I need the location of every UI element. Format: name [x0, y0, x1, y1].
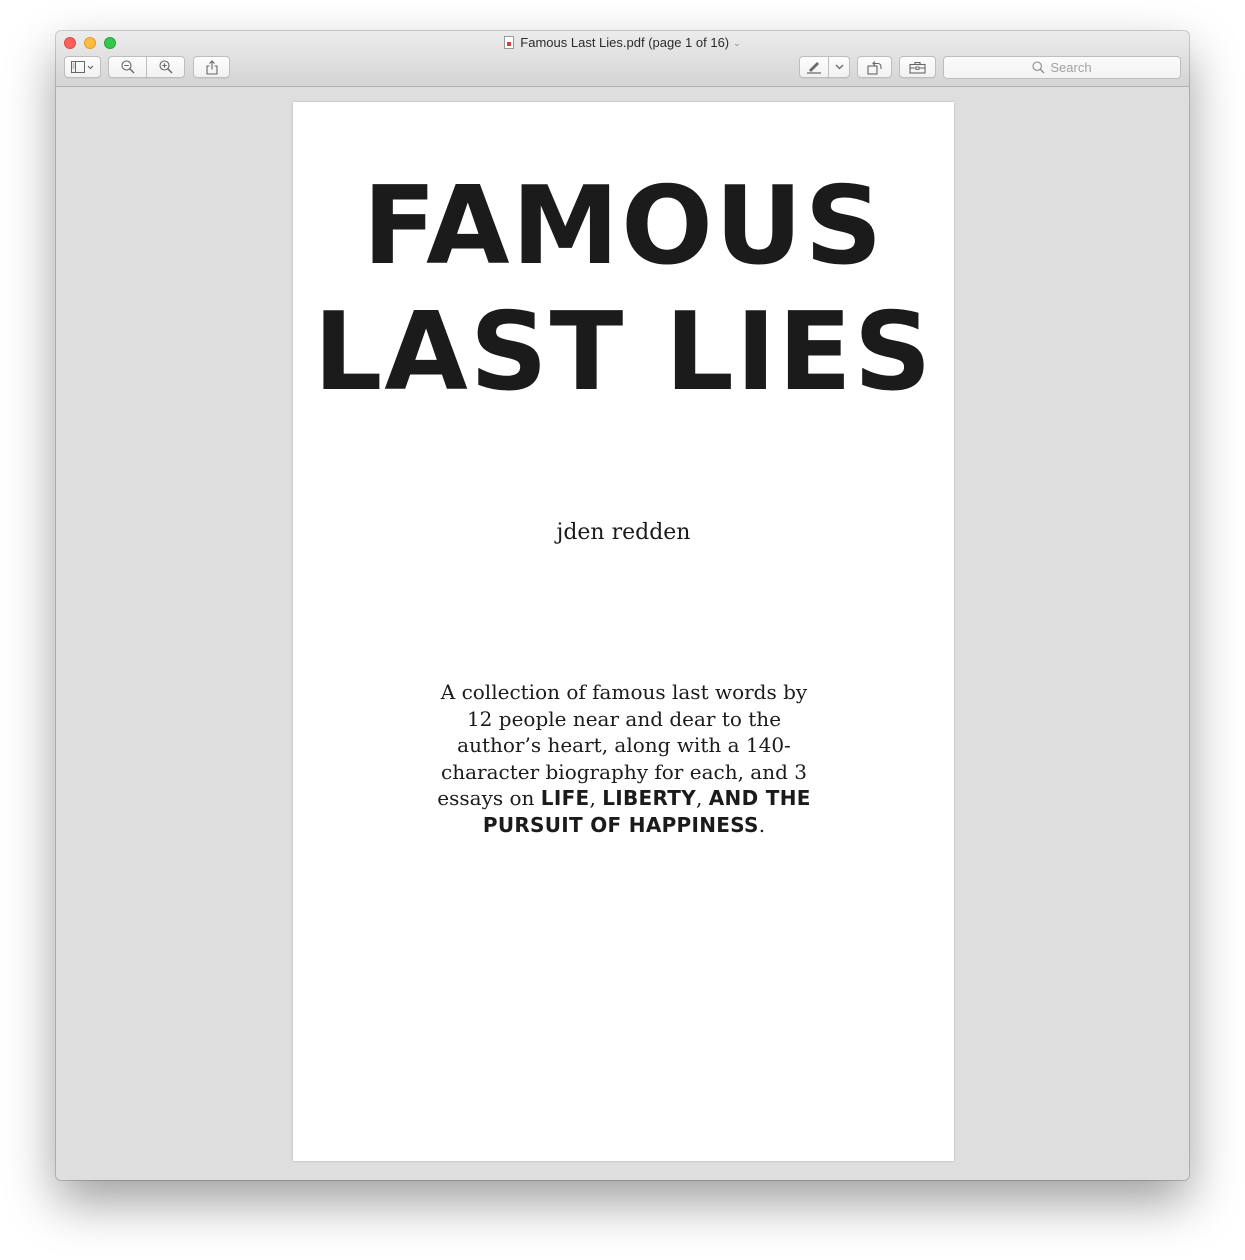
- chevron-down-icon[interactable]: ⌄: [733, 35, 741, 51]
- zoom-out-icon: [120, 60, 134, 74]
- pen-icon: [807, 62, 821, 74]
- document-canvas[interactable]: FAMOUS LAST LIES jden redden A collectio…: [56, 87, 1189, 1180]
- search-placeholder: Search: [1050, 60, 1092, 75]
- rotate-button[interactable]: [857, 56, 892, 78]
- preview-window: Famous Last Lies.pdf (page 1 of 16) ⌄ Se…: [56, 31, 1189, 1180]
- book-author: jden redden: [556, 520, 691, 545]
- book-description: A collection of famous last words by 12 …: [433, 679, 815, 838]
- description-separator: ,: [696, 786, 709, 810]
- window-title-text: Famous Last Lies.pdf (page 1 of 16): [520, 35, 730, 50]
- book-title-line-2: LAST LIES: [313, 290, 934, 415]
- share-button[interactable]: [193, 56, 230, 78]
- title-bar: Famous Last Lies.pdf (page 1 of 16) ⌄ Se…: [56, 31, 1189, 87]
- description-separator: ,: [589, 786, 603, 810]
- zoom-out-button[interactable]: [108, 56, 147, 78]
- search-icon: [1032, 61, 1045, 74]
- sidebar-icon: [70, 61, 93, 73]
- chevron-down-icon: [835, 64, 843, 70]
- emphasis-liberty: LIBERTY: [602, 786, 697, 810]
- zoom-in-button[interactable]: [146, 56, 185, 78]
- book-title-line-1: FAMOUS: [362, 164, 885, 289]
- toolbox-icon: [909, 61, 926, 74]
- sidebar-toggle-button[interactable]: [64, 56, 101, 78]
- book-title: FAMOUS LAST LIES: [293, 164, 954, 416]
- emphasis-life: LIFE: [540, 786, 590, 810]
- description-period: .: [758, 812, 766, 837]
- window-title[interactable]: Famous Last Lies.pdf (page 1 of 16) ⌄: [56, 35, 1189, 51]
- search-field[interactable]: Search: [943, 56, 1181, 79]
- pdf-page[interactable]: FAMOUS LAST LIES jden redden A collectio…: [293, 102, 954, 1161]
- share-icon: [205, 59, 218, 75]
- toolbox-button[interactable]: [899, 56, 936, 78]
- pdf-document-icon: [504, 36, 515, 49]
- rotate-icon: [866, 60, 882, 75]
- zoom-in-icon: [158, 60, 172, 74]
- markup-button[interactable]: [799, 56, 829, 78]
- markup-options-button[interactable]: [828, 56, 850, 78]
